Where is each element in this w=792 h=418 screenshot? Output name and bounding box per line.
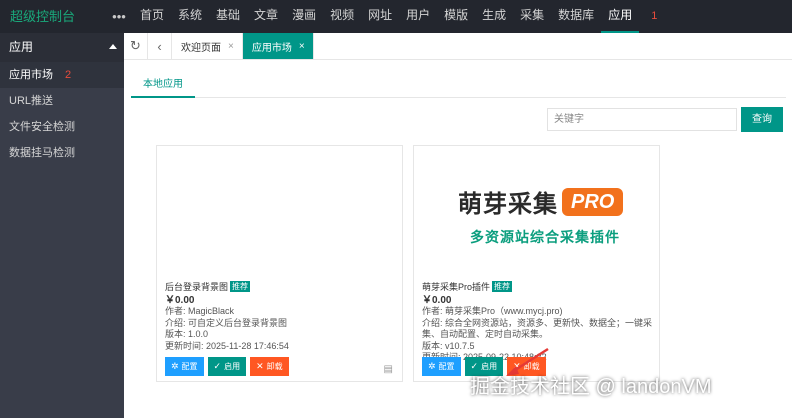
caret-up-icon <box>109 44 117 49</box>
nav-item-template[interactable]: 模版 <box>437 0 475 33</box>
brand-title[interactable]: 超级控制台 <box>0 0 105 33</box>
sidebar-item-app-market[interactable]: 应用市场 2 <box>0 62 124 88</box>
nav-item-basic[interactable]: 基础 <box>209 0 247 33</box>
sidebar-item-label: 应用市场 <box>9 69 53 81</box>
tab-welcome[interactable]: 欢迎页面 × <box>172 33 243 59</box>
search-input[interactable] <box>547 108 737 131</box>
watermark: 掘金技术社区 @ landonVM <box>470 376 712 398</box>
clipboard-icon[interactable]: ▤ <box>384 364 393 375</box>
logo-row: 萌芽采集 PRO <box>458 184 628 219</box>
step-badge-1: 1 <box>651 10 658 22</box>
enable-button[interactable]: ✓ 启用 <box>207 357 247 376</box>
nav-item-apps[interactable]: 应用 <box>601 0 640 33</box>
step-badge-2: 2 <box>65 69 72 81</box>
app-author: 作者: MagicBlack <box>165 306 235 316</box>
tab-app-market[interactable]: 应用市场 × <box>242 33 314 59</box>
nav-item-collect[interactable]: 采集 <box>513 0 551 33</box>
nav-item-user[interactable]: 用户 <box>399 0 437 33</box>
enable-label: 启用 <box>224 362 241 371</box>
app-description: 介绍: 可自定义后台登录背景图 <box>165 317 288 328</box>
app-price: ￥0.00 <box>422 294 452 306</box>
tab-local-apps[interactable]: 本地应用 <box>131 76 195 98</box>
top-navbar: 超级控制台 ••• 首页 系统 基础 文章 漫画 视频 网址 用户 模版 生成 … <box>0 0 792 33</box>
app-description: 介绍: 综合全网资源站，资源多、更新快、数据全；一键采集、自动配置、定时自动采集… <box>422 317 653 340</box>
sidebar-group-apps[interactable]: 应用 <box>0 33 124 62</box>
logo-main-text: 萌芽采集 <box>458 191 558 218</box>
sidebar-item-file-security[interactable]: 文件安全检测 <box>0 114 124 140</box>
close-icon: ✕ <box>256 361 264 371</box>
config-label: 配置 <box>181 362 198 371</box>
close-icon[interactable]: × <box>228 41 234 52</box>
nav-item-video[interactable]: 视频 <box>323 0 361 33</box>
sidebar: 应用 应用市场 2 URL推送 文件安全检测 数据挂马检测 <box>0 33 124 418</box>
app-price: ￥0.00 <box>165 294 195 306</box>
sidebar-item-url-push[interactable]: URL推送 <box>0 88 124 114</box>
app-title: 后台登录背景图 <box>165 282 229 292</box>
nav-item-system[interactable]: 系统 <box>171 0 209 33</box>
logo-subtitle: 多资源站综合采集插件 <box>470 229 620 245</box>
tab-label: 欢迎页面 <box>181 42 221 54</box>
app-info: 后台登录背景图 推荐 ￥0.00 作者: MagicBlack 介绍: 可自定义后… <box>165 281 397 352</box>
close-icon[interactable]: × <box>299 41 305 52</box>
config-button[interactable]: ✲ 配置 <box>165 357 204 376</box>
search-button[interactable]: 查询 <box>741 107 783 132</box>
sidebar-group-label: 应用 <box>9 40 34 54</box>
gear-icon: ✲ <box>428 361 436 371</box>
nav-item-generate[interactable]: 生成 <box>475 0 513 33</box>
nav-item-comic[interactable]: 漫画 <box>285 0 323 33</box>
app-title-row: 后台登录背景图 推荐 <box>165 281 397 294</box>
app-card: 后台登录背景图 推荐 ￥0.00 作者: MagicBlack 介绍: 可自定义后… <box>156 145 403 382</box>
recommend-badge: 推荐 <box>230 281 251 292</box>
gear-icon: ✲ <box>171 361 179 371</box>
tab-label: 应用市场 <box>251 42 292 54</box>
page-tabs: ↻ ‹ 欢迎页面 × 应用市场 × <box>124 33 792 60</box>
more-menu-icon[interactable]: ••• <box>105 0 133 33</box>
app-version: 版本: v10.7.5 <box>422 340 475 351</box>
nav-item-database[interactable]: 数据库 <box>551 0 601 33</box>
app-version: 版本: 1.0.0 <box>165 329 209 339</box>
app-title: 萌芽采集Pro插件 <box>422 282 491 292</box>
uninstall-label: 卸载 <box>266 362 283 371</box>
app-updated: 更新时间: 2025-11-28 17:46:54 <box>165 340 289 351</box>
uninstall-button[interactable]: ✕ 卸载 <box>250 357 289 376</box>
app-actions: ✲ 配置 ✓ 启用 ✕ 卸载 <box>165 357 289 376</box>
main-nav: 首页 系统 基础 文章 漫画 视频 网址 用户 模版 生成 采集 数据库 应用 <box>133 0 640 33</box>
subtab-bar: 本地应用 <box>131 76 786 98</box>
config-label: 配置 <box>438 362 455 371</box>
app-logo: 萌芽采集 PRO 多资源站综合采集插件 <box>458 184 628 247</box>
recommend-badge: 推荐 <box>492 281 513 292</box>
app-author: 作者: 萌芽采集Pro（www.mycj.pro) <box>422 306 563 316</box>
logo-pro-badge: PRO <box>562 187 624 216</box>
config-button[interactable]: ✲ 配置 <box>422 357 461 376</box>
app-card: 萌芽采集 PRO 多资源站综合采集插件 萌芽采集Pro插件 推荐 ￥0.00 作者… <box>413 145 660 382</box>
chevron-left-icon[interactable]: ‹ <box>148 33 172 59</box>
check-icon: ✓ <box>213 361 222 371</box>
app-title-row: 萌芽采集Pro插件 推荐 <box>422 281 654 294</box>
refresh-icon[interactable]: ↻ <box>124 33 148 59</box>
app-info: 萌芽采集Pro插件 推荐 ￥0.00 作者: 萌芽采集Pro（www.mycj.p… <box>422 281 654 364</box>
sidebar-item-trojan-check[interactable]: 数据挂马检测 <box>0 140 124 166</box>
nav-item-url[interactable]: 网址 <box>361 0 399 33</box>
nav-item-article[interactable]: 文章 <box>247 0 285 33</box>
main-content: 本地应用 查询 后台登录背景图推荐 ￥0.00 作者: MagicBlack 介… <box>124 60 792 418</box>
nav-item-home[interactable]: 首页 <box>133 0 171 33</box>
